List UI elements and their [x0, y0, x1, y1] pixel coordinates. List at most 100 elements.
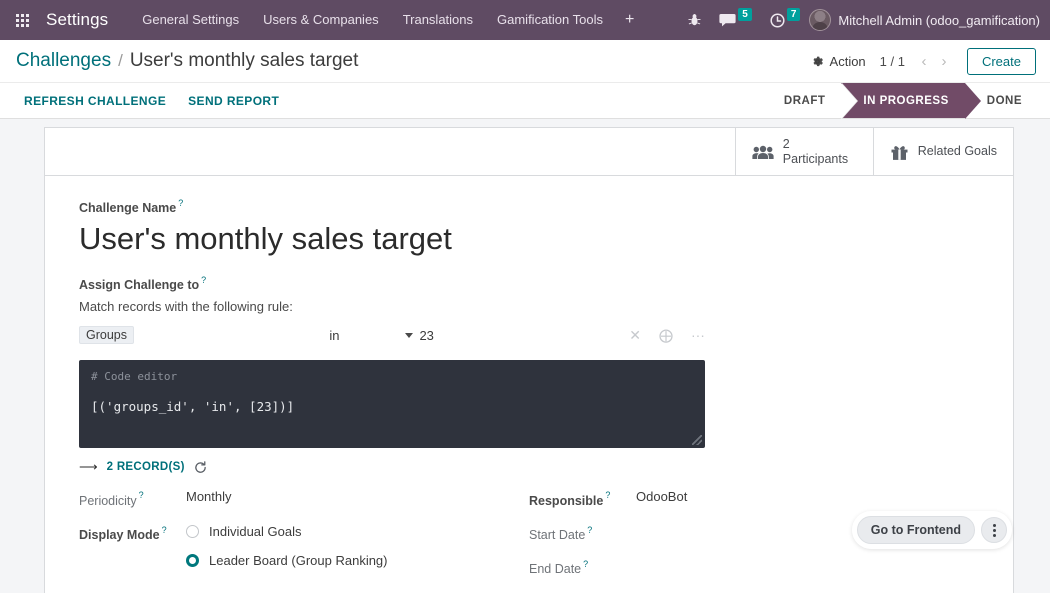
start-date-label: Start Date: [529, 527, 586, 542]
control-panel: Challenges / User's monthly sales target…: [0, 40, 1050, 119]
radio-individual-goals-indicator: [186, 524, 199, 538]
code-editor-content[interactable]: [('groups_id', 'in', [23])]: [91, 399, 693, 414]
radio-leader-board-indicator: [186, 553, 199, 567]
activities-menu-button[interactable]: 7: [770, 7, 801, 28]
control-panel-top: Challenges / User's monthly sales target…: [0, 40, 1050, 82]
field-display-mode: Display Mode? Individual Goals Leader Bo…: [79, 524, 529, 568]
display-mode-options: Individual Goals Leader Board (Group Ran…: [186, 524, 388, 568]
nav-item-users-companies[interactable]: Users & Companies: [251, 0, 391, 40]
domain-code-editor[interactable]: # Code editor [('groups_id', 'in', [23])…: [79, 360, 705, 449]
top-navbar: Settings General Settings Users & Compan…: [0, 0, 1050, 40]
radio-individual-goals[interactable]: Individual Goals: [186, 524, 388, 539]
radio-individual-goals-label: Individual Goals: [209, 523, 302, 539]
nav-item-gamification-tools[interactable]: Gamification Tools: [485, 0, 615, 40]
periodicity-label: Periodicity: [79, 493, 137, 508]
control-panel-actions: Action 1 / 1 ‹ › Create: [811, 47, 1036, 75]
frontend-floating-toolbar: Go to Frontend: [851, 511, 1012, 549]
apps-menu-button[interactable]: [6, 0, 38, 40]
participants-count: 2: [782, 136, 790, 151]
avatar[interactable]: [809, 9, 832, 31]
responsible-value[interactable]: OdooBot: [636, 489, 687, 504]
gift-icon: [890, 143, 909, 161]
create-button[interactable]: Create: [966, 47, 1036, 75]
activities-count-badge: 7: [786, 7, 801, 21]
stage-draft[interactable]: DRAFT: [761, 83, 842, 118]
nav-item-translations[interactable]: Translations: [391, 0, 485, 40]
domain-delete-node-button[interactable]: ✕: [629, 327, 641, 344]
start-date-label-cell: Start Date?: [529, 524, 636, 544]
domain-rule-row: Groups in 23 ✕ ⨁ ···: [79, 322, 705, 348]
display-mode-label: Display Mode: [79, 527, 160, 542]
breadcrumb: Challenges / User's monthly sales target: [16, 50, 358, 72]
send-report-button[interactable]: SEND REPORT: [188, 94, 279, 108]
breadcrumb-separator: /: [118, 51, 123, 70]
breadcrumb-current-record: User's monthly sales target: [129, 50, 359, 71]
display-mode-tooltip-icon[interactable]: ?: [162, 525, 167, 535]
action-menu-button[interactable]: Action: [811, 54, 866, 69]
start-date-tooltip-icon[interactable]: ?: [587, 525, 592, 535]
statusbar: DRAFT IN PROGRESS DONE: [761, 83, 1050, 119]
end-date-tooltip-icon[interactable]: ?: [583, 559, 588, 569]
apps-grid-icon: [15, 13, 29, 27]
radio-leader-board[interactable]: Leader Board (Group Ranking): [186, 553, 388, 568]
related-goals-label: Related Goals: [917, 144, 997, 158]
field-periodicity: Periodicity? Monthly: [79, 489, 529, 509]
users-icon: [752, 144, 774, 160]
form-columns: Periodicity? Monthly Display Mode? Indiv…: [79, 489, 979, 592]
breadcrumb-parent-challenges[interactable]: Challenges: [16, 50, 111, 72]
user-menu-button[interactable]: Mitchell Admin (odoo_gamification): [838, 13, 1040, 28]
messages-icon: [719, 14, 736, 27]
smart-button-related-goals-text: Related Goals: [918, 144, 997, 159]
radio-leader-board-label: Leader Board (Group Ranking): [209, 552, 388, 568]
pager-count: 1 / 1: [879, 53, 905, 69]
pager: 1 / 1 ‹ ›: [880, 50, 953, 72]
assign-challenge-tooltip-icon[interactable]: ?: [201, 275, 206, 285]
participants-label: Participants: [782, 151, 849, 166]
smart-button-related-goals[interactable]: Related Goals: [872, 128, 1013, 175]
code-editor-comment: # Code editor: [91, 370, 178, 384]
messages-menu-button[interactable]: 5: [719, 7, 752, 27]
responsible-tooltip-icon[interactable]: ?: [605, 490, 610, 500]
assign-challenge-label: Assign Challenge to: [79, 278, 200, 293]
domain-more-options-button[interactable]: ···: [691, 327, 705, 343]
domain-operator-selector[interactable]: in: [329, 328, 339, 343]
responsible-label: Responsible: [529, 493, 604, 508]
periodicity-value[interactable]: Monthly: [186, 489, 232, 504]
debug-menu-button[interactable]: [688, 13, 701, 27]
messages-count-badge: 5: [738, 7, 752, 21]
nav-add-button[interactable]: +: [615, 0, 644, 40]
refresh-challenge-button[interactable]: REFRESH CHALLENGE: [24, 94, 166, 108]
domain-value-selector[interactable]: 23: [405, 327, 434, 343]
field-responsible: Responsible? OdooBot: [529, 489, 979, 509]
refresh-icon[interactable]: [194, 461, 207, 474]
nav-item-general-settings[interactable]: General Settings: [130, 0, 251, 40]
go-to-frontend-button[interactable]: Go to Frontend: [856, 516, 975, 544]
control-panel-bottom: REFRESH CHALLENGE SEND REPORT DRAFT IN P…: [0, 82, 1050, 119]
chevron-right-icon[interactable]: ›: [935, 50, 953, 72]
end-date-label: End Date: [529, 562, 582, 577]
arrow-right-icon: ⟶: [79, 459, 98, 475]
gear-icon: [811, 55, 824, 68]
smart-button-participants[interactable]: 2 Participants: [734, 128, 873, 175]
records-row: ⟶ 2 RECORD(S): [79, 459, 979, 475]
app-brand-settings[interactable]: Settings: [46, 10, 108, 30]
systray: 5 7 Mitchell Admin (odoo_gamification): [679, 7, 1050, 31]
stage-in-progress[interactable]: IN PROGRESS: [841, 83, 982, 119]
end-date-label-cell: End Date?: [529, 558, 636, 578]
action-label: Action: [829, 53, 866, 69]
vertical-dots-icon[interactable]: [981, 517, 1007, 543]
chevron-left-icon[interactable]: ‹: [915, 50, 933, 72]
record-buttons: REFRESH CHALLENGE SEND REPORT: [0, 83, 279, 118]
smart-button-participants-text: 2 Participants: [783, 137, 848, 167]
domain-add-node-button[interactable]: ⨁: [659, 327, 673, 344]
challenge-name-input[interactable]: User's monthly sales target: [79, 221, 979, 257]
periodicity-tooltip-icon[interactable]: ?: [139, 490, 144, 500]
domain-field-selector[interactable]: Groups: [79, 326, 134, 345]
code-editor-resize-handle[interactable]: [692, 435, 702, 446]
field-end-date: End Date?: [529, 558, 979, 578]
content-area: 2 Participants Related Goals Challenge N…: [0, 119, 1050, 593]
challenge-name-tooltip-icon[interactable]: ?: [178, 198, 183, 208]
records-count-link[interactable]: 2 RECORD(S): [107, 461, 185, 473]
domain-value: 23: [419, 327, 434, 343]
chevron-down-icon: [405, 332, 414, 338]
